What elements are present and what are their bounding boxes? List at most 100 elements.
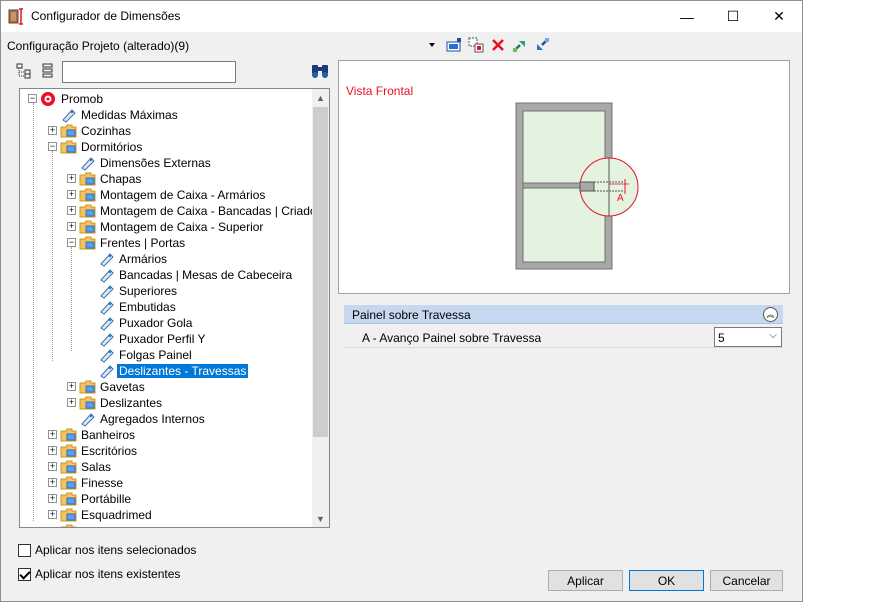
tree-node-label: Finesse: [81, 476, 124, 490]
chevron-up-icon: ▲: [316, 92, 325, 103]
expand-node-icon[interactable]: +: [48, 446, 57, 455]
folder-icon: [60, 443, 77, 459]
tree-node[interactable]: Embutidas: [20, 299, 312, 315]
tree-node[interactable]: + Salas: [20, 459, 312, 475]
tree-node[interactable]: + Escritórios: [20, 443, 312, 459]
collapse-tree-button[interactable]: [16, 63, 32, 79]
scroll-thumb[interactable]: [313, 107, 328, 437]
apply-existing-checkbox[interactable]: [18, 567, 31, 581]
tree-node[interactable]: + Gavetas: [20, 379, 312, 395]
tree-node[interactable]: + Finesse: [20, 475, 312, 491]
expand-node-icon[interactable]: +: [48, 126, 57, 135]
apply-selected-label: Aplicar nos itens selecionados: [35, 543, 197, 557]
tree-node-label: Medidas Máximas: [81, 108, 178, 122]
tree-node[interactable]: + Deslizantes: [20, 395, 312, 411]
expand-node-icon[interactable]: +: [48, 462, 57, 471]
tree-node[interactable]: + Montagem de Caixa - Armários: [20, 187, 312, 203]
import-icon: [537, 38, 549, 50]
import-config-button[interactable]: [531, 35, 553, 55]
collapse-group-icon[interactable]: ︽: [763, 307, 778, 322]
tree-node[interactable]: + Banheiros: [20, 427, 312, 443]
tree-node[interactable]: Superiores: [20, 283, 312, 299]
tree-search-input[interactable]: [62, 61, 236, 83]
dimension-marker-a: A: [617, 193, 624, 204]
collapse-node-icon[interactable]: −: [28, 94, 37, 103]
apply-selected-checkbox-row[interactable]: Aplicar nos itens selecionados: [18, 542, 196, 558]
cancel-button[interactable]: Cancelar: [710, 570, 783, 591]
folder-icon: [60, 459, 77, 475]
expand-node-icon[interactable]: +: [67, 222, 76, 231]
config-dropdown-button[interactable]: [421, 35, 443, 55]
minimize-button[interactable]: —: [664, 1, 710, 32]
tree-node[interactable]: − Dormitórios: [20, 139, 312, 155]
export-config-button[interactable]: [509, 35, 531, 55]
tree-node[interactable]: Folgas Painel: [20, 347, 312, 363]
collapse-node-icon[interactable]: −: [48, 142, 57, 151]
chevron-down-icon: ▼: [316, 513, 325, 524]
dimension-tree[interactable]: − Promob Medidas Máximas + Cozinhas − Dormitór…: [19, 88, 330, 528]
folder-icon: [79, 187, 96, 203]
tree-node[interactable]: + Chapas: [20, 171, 312, 187]
tree-node[interactable]: + Montagem de Caixa - Superior: [20, 219, 312, 235]
dropdown-arrow-icon: [429, 43, 435, 47]
tree-node[interactable]: Puxador Perfil Y: [20, 331, 312, 347]
dimension-item-icon: [98, 363, 115, 379]
dimension-item-icon: [98, 315, 115, 331]
search-binoculars-icon[interactable]: [311, 63, 329, 79]
close-button[interactable]: ✕: [756, 1, 802, 32]
tree-node[interactable]: + Cozinhas: [20, 123, 312, 139]
apply-button[interactable]: Aplicar: [548, 570, 623, 591]
tree-root[interactable]: − Promob: [20, 91, 312, 107]
tree-node-label: Salas: [81, 460, 112, 474]
expand-node-icon[interactable]: +: [48, 510, 57, 519]
copy-config-button[interactable]: [465, 35, 487, 55]
export-icon: [513, 41, 525, 52]
scroll-down-button[interactable]: ▼: [312, 510, 329, 527]
property-value-select[interactable]: 5 ⌵: [714, 327, 782, 347]
tree-node[interactable]: − Frentes | Portas: [20, 235, 312, 251]
expand-node-icon[interactable]: +: [67, 206, 76, 215]
tree-node[interactable]: + Portábille: [20, 491, 312, 507]
tree-node[interactable]: Dimensões Externas: [20, 155, 312, 171]
folder-icon: [79, 203, 96, 219]
maximize-button[interactable]: ☐: [710, 1, 756, 32]
tree-node[interactable]: Puxador Gola: [20, 315, 312, 331]
tree-node-label: Gavetas: [100, 380, 145, 394]
tree-node[interactable]: + Montagem de Caixa - Bancadas | Criados: [20, 203, 323, 219]
chevron-down-icon: ⌵: [769, 330, 777, 341]
add-config-icon: [446, 38, 461, 52]
expand-node-icon[interactable]: +: [67, 382, 76, 391]
apply-selected-checkbox[interactable]: [18, 543, 31, 557]
tree-vertical-scrollbar[interactable]: ▲ ▼: [312, 89, 329, 527]
folder-icon: [60, 475, 77, 491]
tree-node[interactable]: Deslizantes - Travessas: [20, 363, 312, 379]
tree-node[interactable]: Armários: [20, 251, 312, 267]
tree-node-label: Dimensões Externas: [100, 156, 211, 170]
expand-node-icon[interactable]: +: [48, 430, 57, 439]
expand-node-icon[interactable]: +: [67, 398, 76, 407]
expand-tree-button[interactable]: [42, 63, 54, 79]
scroll-up-button[interactable]: ▲: [312, 89, 329, 106]
folder-icon: [60, 427, 77, 443]
property-row: A - Avanço Painel sobre Travessa 5 ⌵: [344, 326, 783, 348]
maximize-icon: ☐: [726, 8, 740, 24]
tree-node[interactable]: + Esquadrimed: [20, 507, 312, 523]
new-config-button[interactable]: [443, 35, 465, 55]
tree-node[interactable]: Medidas Máximas: [20, 107, 312, 123]
tree-node-label: Puxador Gola: [119, 316, 193, 330]
expand-node-icon[interactable]: +: [67, 174, 76, 183]
tree-content: − Promob Medidas Máximas + Cozinhas − Dormitór…: [20, 91, 323, 527]
expand-node-icon[interactable]: +: [67, 190, 76, 199]
property-group-header[interactable]: Painel sobre Travessa ︽: [344, 305, 783, 324]
delete-config-button[interactable]: [487, 35, 509, 55]
expand-node-icon[interactable]: +: [48, 494, 57, 503]
apply-existing-checkbox-row[interactable]: Aplicar nos itens existentes: [18, 566, 180, 582]
tree-node-label: Montagem de Caixa - Armários: [100, 188, 266, 202]
dimension-item-icon: [98, 283, 115, 299]
expand-node-icon[interactable]: +: [48, 478, 57, 487]
tree-node[interactable]: Agregados Internos: [20, 411, 312, 427]
ok-button[interactable]: OK: [629, 570, 704, 591]
folder-icon: [60, 507, 77, 523]
collapse-node-icon[interactable]: −: [67, 238, 76, 247]
tree-node[interactable]: Bancadas | Mesas de Cabeceira: [20, 267, 312, 283]
